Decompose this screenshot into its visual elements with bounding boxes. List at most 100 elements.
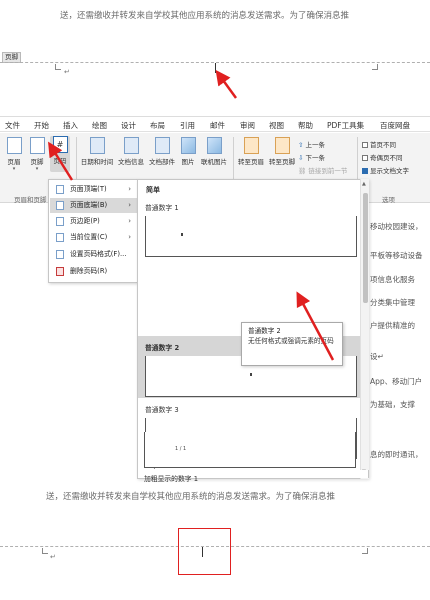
tab-design[interactable]: 设计 [121, 120, 136, 131]
doc-info-button[interactable]: 文档信息 [117, 137, 145, 166]
menu-item-bottom-of-page[interactable]: 页面底端(B) › [50, 198, 137, 213]
gallery-item-label: 普通数字 2 [145, 344, 180, 352]
ribbon-tab-bar: 文件 开始 插入 绘图 设计 布局 引用 邮件 审阅 视图 帮助 PDF工具集 … [0, 117, 430, 132]
picture-icon [180, 137, 196, 154]
body-line: 息的即时通讯， [370, 450, 423, 459]
menu-item-label: 页边距(P) [70, 217, 100, 225]
show-document-text-checkbox[interactable]: 显示文档文字 [362, 165, 409, 175]
gallery-item-label: 普通数字 1 [145, 204, 179, 212]
prev-section-button[interactable]: ⇧ 上一条 [298, 139, 325, 149]
link-icon: ⛓ [298, 167, 307, 175]
chevron-down-icon: ▾ [35, 166, 39, 172]
page-number-menu: 页面顶端(T) › 页面底端(B) › 页边距(P) › 当前位置(C) › 设… [48, 179, 138, 283]
tab-pdf-tools[interactable]: PDF工具集 [327, 120, 364, 131]
goto-header-button[interactable]: 转至页眉 [237, 137, 265, 166]
footer-icon [29, 137, 45, 154]
gallery-scrollbar[interactable]: ▲ ▼ [360, 179, 369, 479]
menu-item-remove-page-numbers[interactable]: 删除页码(R) [50, 264, 137, 279]
calendar-icon [89, 137, 105, 154]
goto-footer-button[interactable]: 转至页脚 [268, 137, 296, 166]
odd-even-different-label: 奇偶页不同 [370, 154, 403, 162]
gallery-item-plain-number-1[interactable] [145, 216, 357, 257]
page-margin-icon [56, 217, 64, 226]
page-number-button-label: 页码 [53, 157, 67, 165]
body-line: 户提供精准的 [370, 321, 415, 330]
checkbox-unchecked-icon [362, 142, 368, 148]
tab-draw[interactable]: 绘图 [92, 120, 107, 131]
menu-item-current-position[interactable]: 当前位置(C) › [50, 230, 137, 245]
body-line: 平板等移动设备 [370, 251, 423, 260]
word-window: 文件 开始 插入 绘图 设计 布局 引用 邮件 审阅 视图 帮助 PDF工具集 … [0, 116, 430, 483]
tab-view[interactable]: 视图 [269, 120, 284, 131]
body-line: 分类集中管理 [370, 298, 415, 307]
page-number-preview [250, 373, 252, 376]
margin-corner-left [55, 64, 61, 70]
first-page-different-checkbox[interactable]: 首页不同 [362, 139, 396, 149]
scroll-thumb[interactable] [363, 193, 368, 303]
document-text-top: 送，还需缴收并转发来自学校其他应用系统的消息发送需求。为了确保消息推 [60, 11, 350, 21]
quick-parts-icon [154, 137, 170, 154]
footer-button[interactable]: 页脚 ▾ [27, 137, 47, 172]
goto-footer-label: 转至页脚 [269, 158, 295, 166]
tab-help[interactable]: 帮助 [298, 120, 313, 131]
menu-item-format-page-numbers[interactable]: 设置页码格式(F)... [50, 247, 137, 262]
page-top-icon [56, 185, 64, 194]
prev-section-label: 上一条 [305, 141, 326, 149]
date-time-button[interactable]: 日期和时间 [80, 137, 114, 166]
gallery-item-bold-number-1[interactable]: 1 / 1 [144, 432, 356, 468]
odd-even-different-checkbox[interactable]: 奇偶页不同 [362, 152, 403, 162]
link-to-previous-button[interactable]: ⛓ 链接到前一节 [298, 165, 347, 175]
tab-mailings[interactable]: 邮件 [210, 120, 225, 131]
tab-home[interactable]: 开始 [34, 120, 49, 131]
header-button[interactable]: 页眉 ▾ [4, 137, 24, 172]
document-info-icon [123, 137, 139, 154]
paragraph-mark-bottom: ↵ [50, 553, 56, 561]
tab-references[interactable]: 引用 [180, 120, 195, 131]
menu-item-label: 删除页码(R) [70, 267, 108, 275]
menu-item-top-of-page[interactable]: 页面顶端(T) › [50, 182, 137, 197]
online-picture-icon [206, 137, 222, 154]
arrow-up-icon: ⇧ [298, 141, 304, 149]
margin-corner-left [42, 548, 48, 554]
text-cursor-top [215, 63, 216, 73]
picture-button[interactable]: 图片 [179, 137, 197, 166]
picture-label: 图片 [181, 158, 195, 166]
tab-layout[interactable]: 布局 [150, 120, 165, 131]
body-line: 项信息化服务 [370, 275, 415, 284]
margin-corner-right [372, 64, 378, 70]
body-line: 设↵ [370, 352, 384, 361]
page-number-button[interactable]: # 页码 [50, 136, 70, 172]
chevron-right-icon: › [128, 201, 131, 209]
format-page-number-icon [56, 250, 64, 259]
header-icon [6, 137, 22, 154]
body-line: 移动校园建设， [370, 222, 423, 231]
tab-insert[interactable]: 插入 [63, 120, 78, 131]
paragraph-mark-top: ↵ [64, 68, 70, 76]
header-button-label: 页眉 [7, 158, 21, 166]
online-picture-button[interactable]: 联机图片 [200, 137, 228, 166]
scroll-up-icon[interactable]: ▲ [362, 181, 366, 187]
next-section-label: 下一条 [305, 154, 326, 162]
menu-item-page-margins[interactable]: 页边距(P) › [50, 214, 137, 229]
gallery-item-label: 普通数字 3 [145, 406, 179, 414]
link-to-previous-label: 链接到前一节 [308, 167, 348, 175]
delete-page-number-icon [56, 267, 64, 276]
goto-header-icon [243, 137, 259, 154]
chevron-right-icon: › [128, 233, 131, 241]
show-document-text-label: 显示文档文字 [370, 167, 409, 175]
goto-footer-icon [274, 137, 290, 154]
chevron-right-icon: › [128, 185, 131, 193]
doc-parts-label: 文档部件 [149, 158, 175, 166]
tab-review[interactable]: 审阅 [240, 120, 255, 131]
next-section-button[interactable]: ⇩ 下一条 [298, 152, 325, 162]
tab-file[interactable]: 文件 [5, 120, 20, 131]
checkbox-unchecked-icon [362, 155, 368, 161]
chevron-down-icon: ▾ [12, 166, 16, 172]
online-picture-label: 联机图片 [201, 158, 227, 166]
doc-parts-button[interactable]: 文档部件 [148, 137, 176, 166]
gallery-item-label: 加粗显示的数字 1 [144, 475, 199, 483]
date-time-label: 日期和时间 [80, 158, 114, 166]
current-position-icon [56, 233, 64, 242]
footer-button-label: 页脚 [30, 158, 44, 166]
tab-baidu-netdisk[interactable]: 百度网盘 [380, 120, 410, 131]
